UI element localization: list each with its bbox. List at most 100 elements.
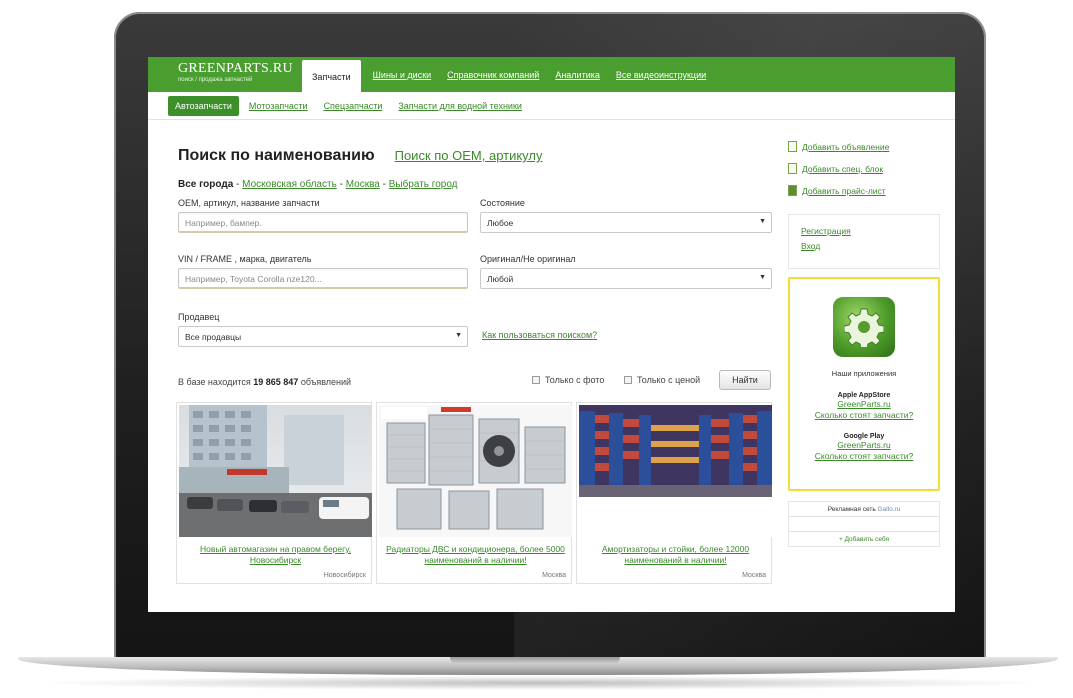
register-link[interactable]: Регистрация xyxy=(801,224,927,239)
add-special-block-label: Добавить спец. блок xyxy=(802,163,884,174)
only-photo-checkbox[interactable]: Только с фото xyxy=(532,375,604,385)
dropdown-caret-icon: ▼ xyxy=(455,332,462,339)
promo-card[interactable]: Радиаторы ДВС и кондиционера, более 5000… xyxy=(376,402,572,584)
original-select[interactable]: Любой ▼ xyxy=(480,268,772,289)
logo-title: GREENPARTS.RU xyxy=(178,61,293,76)
tab-video-guides[interactable]: Все видеоинструкции xyxy=(608,70,714,92)
appstore-name: Apple AppStore xyxy=(837,392,891,399)
laptop-mockup: GREENPARTS.RU поиск / продажа запчастей … xyxy=(0,0,1073,698)
tab-analytics[interactable]: Аналитика xyxy=(547,70,608,92)
subtab-water-vehicle-parts[interactable]: Запчасти для водной техники xyxy=(398,101,522,111)
count-suffix: объявлений xyxy=(300,377,352,387)
seller-select[interactable]: Все продавцы ▼ xyxy=(178,326,468,347)
state-label: Состояние xyxy=(480,198,525,208)
tab-company-directory[interactable]: Справочник компаний xyxy=(439,70,547,92)
checkbox-icon xyxy=(532,376,540,384)
site-logo[interactable]: GREENPARTS.RU поиск / продажа запчастей xyxy=(148,57,298,92)
tab-tires-wheels[interactable]: Шины и диски xyxy=(365,70,440,92)
promo-card[interactable]: Амортизаторы и стойки, более 12000 наиме… xyxy=(576,402,772,584)
state-select-value: Любое xyxy=(487,218,514,228)
login-link[interactable]: Вход xyxy=(801,239,927,254)
card-image-warehouse xyxy=(579,405,772,537)
search-help-link[interactable]: Как пользоваться поиском? xyxy=(482,330,597,340)
document-icon xyxy=(788,141,797,152)
vin-input[interactable]: Например, Toyota Corolla nze120... xyxy=(178,268,468,289)
auth-box: Регистрация Вход xyxy=(788,214,940,269)
add-special-block-link[interactable]: Добавить спец. блок xyxy=(788,163,883,174)
search-panel: Поиск по наименованию Поиск по OEM, арти… xyxy=(178,147,774,358)
dropdown-caret-icon: ▼ xyxy=(759,218,766,225)
laptop-shadow xyxy=(30,676,1050,690)
vin-label: VIN / FRAME , марка, двигатель xyxy=(178,254,312,264)
region-all-cities: Все города xyxy=(178,179,234,190)
only-price-checkbox[interactable]: Только с ценой xyxy=(624,375,700,385)
spreadsheet-icon xyxy=(788,185,797,196)
count-value: 19 865 847 xyxy=(253,377,299,387)
region-separator: - xyxy=(233,179,243,190)
ad-network-brand[interactable]: Gallo.ru xyxy=(878,506,901,513)
right-sidebar: Добавить объявление Добавить спец. блок … xyxy=(788,135,940,547)
results-bar: В базе находится 19 865 847 объявлений Т… xyxy=(178,370,774,392)
laptop-screen: GREENPARTS.RU поиск / продажа запчастей … xyxy=(148,57,955,612)
region-selector: Все города - Московская область - Москва… xyxy=(178,179,774,190)
top-tabs: Запчасти Шины и диски Справочник компани… xyxy=(298,57,714,92)
search-heading-row: Поиск по наименованию Поиск по OEM, арти… xyxy=(178,147,774,165)
only-photo-label: Только с фото xyxy=(545,375,605,385)
oem-input[interactable]: Например, бампер. xyxy=(178,212,468,233)
region-separator: - xyxy=(379,179,389,190)
subtab-auto-parts[interactable]: Автозапчасти xyxy=(168,95,239,116)
card-title[interactable]: Радиаторы ДВС и кондиционера, более 5000… xyxy=(381,544,570,566)
googleplay-name: Google Play xyxy=(843,433,885,440)
region-separator: - xyxy=(336,179,346,190)
appstore-link-prices[interactable]: Сколько стоят запчасти? xyxy=(790,410,938,421)
subtab-moto-parts[interactable]: Мотозапчасти xyxy=(249,101,308,111)
card-image-radiators xyxy=(379,405,572,537)
googleplay-link-greenparts[interactable]: GreenParts.ru xyxy=(790,440,938,451)
ad-slot xyxy=(789,517,939,532)
add-listing-link[interactable]: Добавить объявление xyxy=(788,141,889,152)
promo-card[interactable]: Новый автомагазин на правом берегу, Ново… xyxy=(176,402,372,584)
original-label: Оригинал/Не оригинал xyxy=(480,254,576,264)
tab-parts[interactable]: Запчасти xyxy=(302,60,361,92)
find-button[interactable]: Найти xyxy=(719,370,771,390)
listing-count: В базе находится 19 865 847 объявлений xyxy=(178,377,351,387)
search-form: OEM, артикул, название запчасти Например… xyxy=(178,198,774,358)
checkbox-icon xyxy=(624,376,632,384)
app-gear-icon[interactable] xyxy=(833,297,895,357)
document-icon xyxy=(788,163,797,174)
apps-box: Наши приложения Apple AppStore GreenPart… xyxy=(788,277,940,491)
ad-network-title: Рекламная сеть Gallo.ru xyxy=(789,502,939,517)
card-title[interactable]: Амортизаторы и стойки, более 12000 наиме… xyxy=(581,544,770,566)
ad-add-self-link[interactable]: + Добавить себя xyxy=(789,532,939,547)
seller-label: Продавец xyxy=(178,312,220,322)
add-price-list-label: Добавить прайс-лист xyxy=(802,185,886,196)
region-moscow-oblast-link[interactable]: Московская область xyxy=(242,179,337,190)
card-image-store xyxy=(179,405,372,537)
oem-label: OEM, артикул, название запчасти xyxy=(178,198,320,208)
subtab-special-parts[interactable]: Спецзапчасти xyxy=(324,101,383,111)
search-by-oem-link[interactable]: Поиск по OEM, артикулу xyxy=(395,148,543,163)
ad-network-label: Рекламная сеть xyxy=(827,506,876,513)
region-moscow-link[interactable]: Москва xyxy=(346,179,380,190)
promo-cards: Новый автомагазин на правом берегу, Ново… xyxy=(176,402,772,584)
apps-caption: Наши приложения xyxy=(831,369,897,378)
only-price-label: Только с ценой xyxy=(637,375,701,385)
dropdown-caret-icon: ▼ xyxy=(759,274,766,281)
state-select[interactable]: Любое ▼ xyxy=(480,212,772,233)
card-city: Москва xyxy=(742,572,766,579)
googleplay-link-prices[interactable]: Сколько стоят запчасти? xyxy=(790,451,938,462)
ad-network-box: Рекламная сеть Gallo.ru + Добавить себя xyxy=(788,501,940,547)
region-choose-city-link[interactable]: Выбрать город xyxy=(389,179,458,190)
count-prefix: В базе находится xyxy=(178,377,251,387)
card-title[interactable]: Новый автомагазин на правом берегу, Ново… xyxy=(181,544,370,566)
appstore-link-greenparts[interactable]: GreenParts.ru xyxy=(790,399,938,410)
add-price-list-link[interactable]: Добавить прайс-лист xyxy=(788,185,886,196)
top-navbar: GREENPARTS.RU поиск / продажа запчастей … xyxy=(148,57,955,92)
search-heading: Поиск по наименованию xyxy=(178,147,375,164)
card-city: Новосибирск xyxy=(323,572,366,579)
card-city: Москва xyxy=(542,572,566,579)
logo-subtitle: поиск / продажа запчастей xyxy=(178,77,253,83)
seller-select-value: Все продавцы xyxy=(185,332,242,342)
laptop-notch xyxy=(450,657,620,664)
original-select-value: Любой xyxy=(487,274,514,284)
